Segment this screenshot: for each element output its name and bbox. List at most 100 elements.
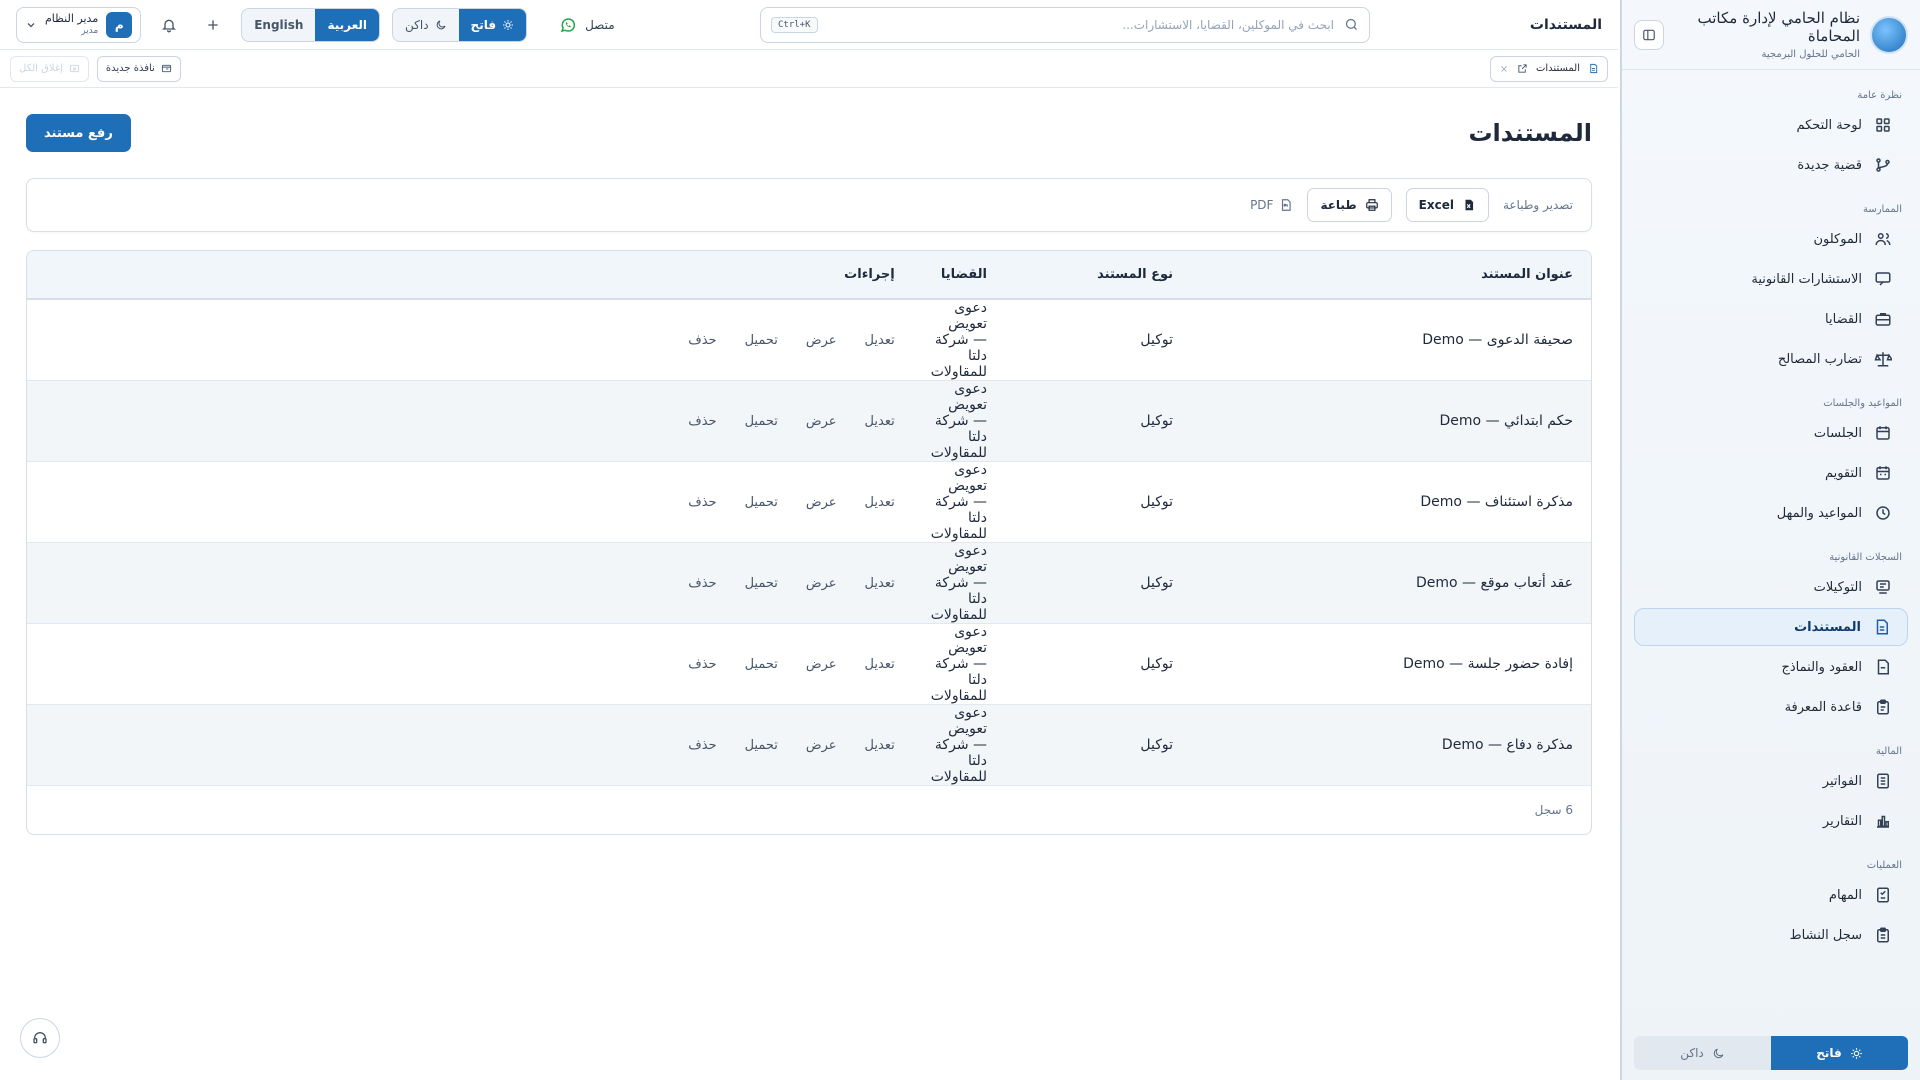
edit-action[interactable]: تعديل: [865, 414, 895, 429]
document-title: صحيفة الدعوى — Demo: [1191, 299, 1591, 381]
printer-icon: [1365, 199, 1378, 211]
document-case[interactable]: دعوى تعويض — شركة دلتا للمقاولات: [912, 380, 1005, 462]
document-case[interactable]: دعوى تعويض — شركة دلتا للمقاولات: [912, 623, 1005, 705]
avatar: م: [106, 11, 133, 38]
sidebar-item-label: الموكلون: [1813, 231, 1862, 247]
sidebar-toggle-icon: [1643, 29, 1655, 40]
sidebar-item-deadlines[interactable]: المواعيد والمهل: [1634, 494, 1908, 532]
edit-action[interactable]: تعديل: [865, 333, 895, 348]
tab-documents[interactable]: المستندات: [1489, 55, 1608, 82]
sidebar-item-documents[interactable]: المستندات: [1634, 608, 1908, 646]
sidebar-item-label: سجل النشاط: [1789, 927, 1862, 943]
pdf-file-icon: [1282, 199, 1292, 211]
status-label: متصل: [585, 17, 615, 32]
close-icon[interactable]: [1499, 64, 1509, 74]
sidebar-item-conflicts[interactable]: تضارب المصالح: [1634, 340, 1908, 378]
row-actions: تعديل عرض تحميل حذف: [27, 623, 913, 705]
download-action[interactable]: تحميل: [745, 738, 778, 753]
edit-action[interactable]: تعديل: [865, 576, 895, 591]
sidebar-item-knowledge[interactable]: قاعدة المعرفة: [1634, 688, 1908, 726]
search-icon: [1345, 18, 1357, 30]
collapse-sidebar-button[interactable]: [1634, 19, 1664, 50]
delete-action[interactable]: حذف: [688, 576, 716, 591]
new-window-button[interactable]: نافذة جديدة: [96, 55, 181, 82]
print-button[interactable]: طباعة: [1307, 188, 1392, 222]
download-action[interactable]: تحميل: [745, 414, 778, 429]
view-action[interactable]: عرض: [806, 738, 837, 753]
search-input[interactable]: [827, 17, 1334, 32]
download-action[interactable]: تحميل: [745, 657, 778, 672]
download-action[interactable]: تحميل: [745, 333, 778, 348]
document-type: توكيل: [1005, 542, 1191, 624]
sidebar-item-label: التقارير: [1822, 813, 1862, 829]
edit-action[interactable]: تعديل: [865, 738, 895, 753]
grid-icon: [1876, 118, 1890, 132]
section-ops: العمليات: [1866, 860, 1902, 871]
reset-all-button[interactable]: إغلاق الكل: [10, 55, 89, 82]
connection-status[interactable]: متصل: [559, 16, 615, 34]
sidebar-item-dashboard[interactable]: لوحة التحكم: [1634, 106, 1908, 144]
workspace-tabs: المستندات نافذة جديدة إغلاق الكل: [0, 50, 1618, 88]
delete-action[interactable]: حذف: [688, 333, 716, 348]
documents-table: عنوان المستند نوع المستند القضايا إجراءا…: [26, 250, 1592, 835]
header-title[interactable]: عنوان المستند: [1191, 251, 1591, 300]
theme-light-text: فاتح: [470, 17, 497, 32]
theme-toggle: فاتح داكن: [392, 7, 528, 42]
external-link-icon[interactable]: [1517, 63, 1528, 74]
sidebar-item-poa[interactable]: التوكيلات: [1634, 568, 1908, 606]
header-type[interactable]: نوع المستند: [1005, 251, 1191, 300]
document-case[interactable]: دعوى تعويض — شركة دلتا للمقاولات: [912, 299, 1005, 381]
sidebar-item-calendar[interactable]: التقويم: [1634, 454, 1908, 492]
briefcase-icon: [1875, 313, 1891, 326]
global-search[interactable]: Ctrl+K: [760, 6, 1370, 43]
delete-action[interactable]: حذف: [688, 495, 716, 510]
document-case[interactable]: دعوى تعويض — شركة دلتا للمقاولات: [912, 704, 1005, 786]
sidebar-item-contracts[interactable]: العقود والنماذج: [1634, 648, 1908, 686]
excel-file-icon: [1465, 199, 1474, 211]
user-menu[interactable]: م مدير النظام مدير: [16, 6, 142, 43]
sidebar-item-clients[interactable]: الموكلون: [1634, 220, 1908, 258]
sidebar-item-consultations[interactable]: الاستشارات القانونية: [1634, 260, 1908, 298]
edit-action[interactable]: تعديل: [865, 495, 895, 510]
view-action[interactable]: عرض: [806, 333, 837, 348]
view-action[interactable]: عرض: [806, 414, 837, 429]
support-button[interactable]: [20, 1018, 60, 1058]
notifications-button[interactable]: [153, 9, 185, 41]
delete-action[interactable]: حذف: [688, 657, 716, 672]
export-excel-button[interactable]: Excel: [1405, 188, 1489, 222]
sidebar-item-invoices[interactable]: الفواتير: [1634, 762, 1908, 800]
sidebar-item-activity[interactable]: سجل النشاط: [1634, 916, 1908, 954]
plus-icon: [208, 19, 218, 30]
theme-dark-toggle[interactable]: داكن: [393, 9, 459, 41]
view-action[interactable]: عرض: [806, 657, 837, 672]
sidebar-item-tasks[interactable]: المهام: [1634, 876, 1908, 914]
add-button[interactable]: [197, 9, 229, 41]
edit-action[interactable]: تعديل: [865, 657, 895, 672]
theme-light-toggle[interactable]: فاتح: [458, 8, 527, 41]
export-pdf-button[interactable]: PDF: [1250, 198, 1293, 212]
view-action[interactable]: عرض: [806, 576, 837, 591]
excel-label: Excel: [1418, 198, 1454, 212]
delete-action[interactable]: حذف: [688, 738, 716, 753]
sidebar-item-new-case[interactable]: قضية جديدة: [1634, 146, 1908, 184]
theme-dark-button[interactable]: داكن: [1634, 1036, 1771, 1070]
sidebar-item-sessions[interactable]: الجلسات: [1634, 414, 1908, 452]
lang-arabic-button[interactable]: العربية: [315, 8, 380, 41]
window-icon: [161, 64, 171, 73]
download-action[interactable]: تحميل: [745, 576, 778, 591]
document-case[interactable]: دعوى تعويض — شركة دلتا للمقاولات: [912, 542, 1005, 624]
brand-subtitle: الحامي للحلول البرمجية: [1761, 49, 1860, 60]
sidebar-item-reports[interactable]: التقارير: [1634, 802, 1908, 840]
document-type: توكيل: [1005, 623, 1191, 705]
download-action[interactable]: تحميل: [745, 495, 778, 510]
upload-document-button[interactable]: رفع مستند: [26, 114, 131, 152]
delete-action[interactable]: حذف: [688, 414, 716, 429]
sidebar-item-cases[interactable]: القضايا: [1634, 300, 1908, 338]
document-type: توكيل: [1005, 461, 1191, 543]
pdf-label: PDF: [1250, 198, 1274, 212]
document-case[interactable]: دعوى تعويض — شركة دلتا للمقاولات: [912, 461, 1005, 543]
lang-english-button[interactable]: English: [242, 9, 315, 41]
theme-light-button[interactable]: فاتح: [1771, 1036, 1908, 1070]
header-cases[interactable]: القضايا: [912, 251, 1005, 300]
view-action[interactable]: عرض: [806, 495, 837, 510]
